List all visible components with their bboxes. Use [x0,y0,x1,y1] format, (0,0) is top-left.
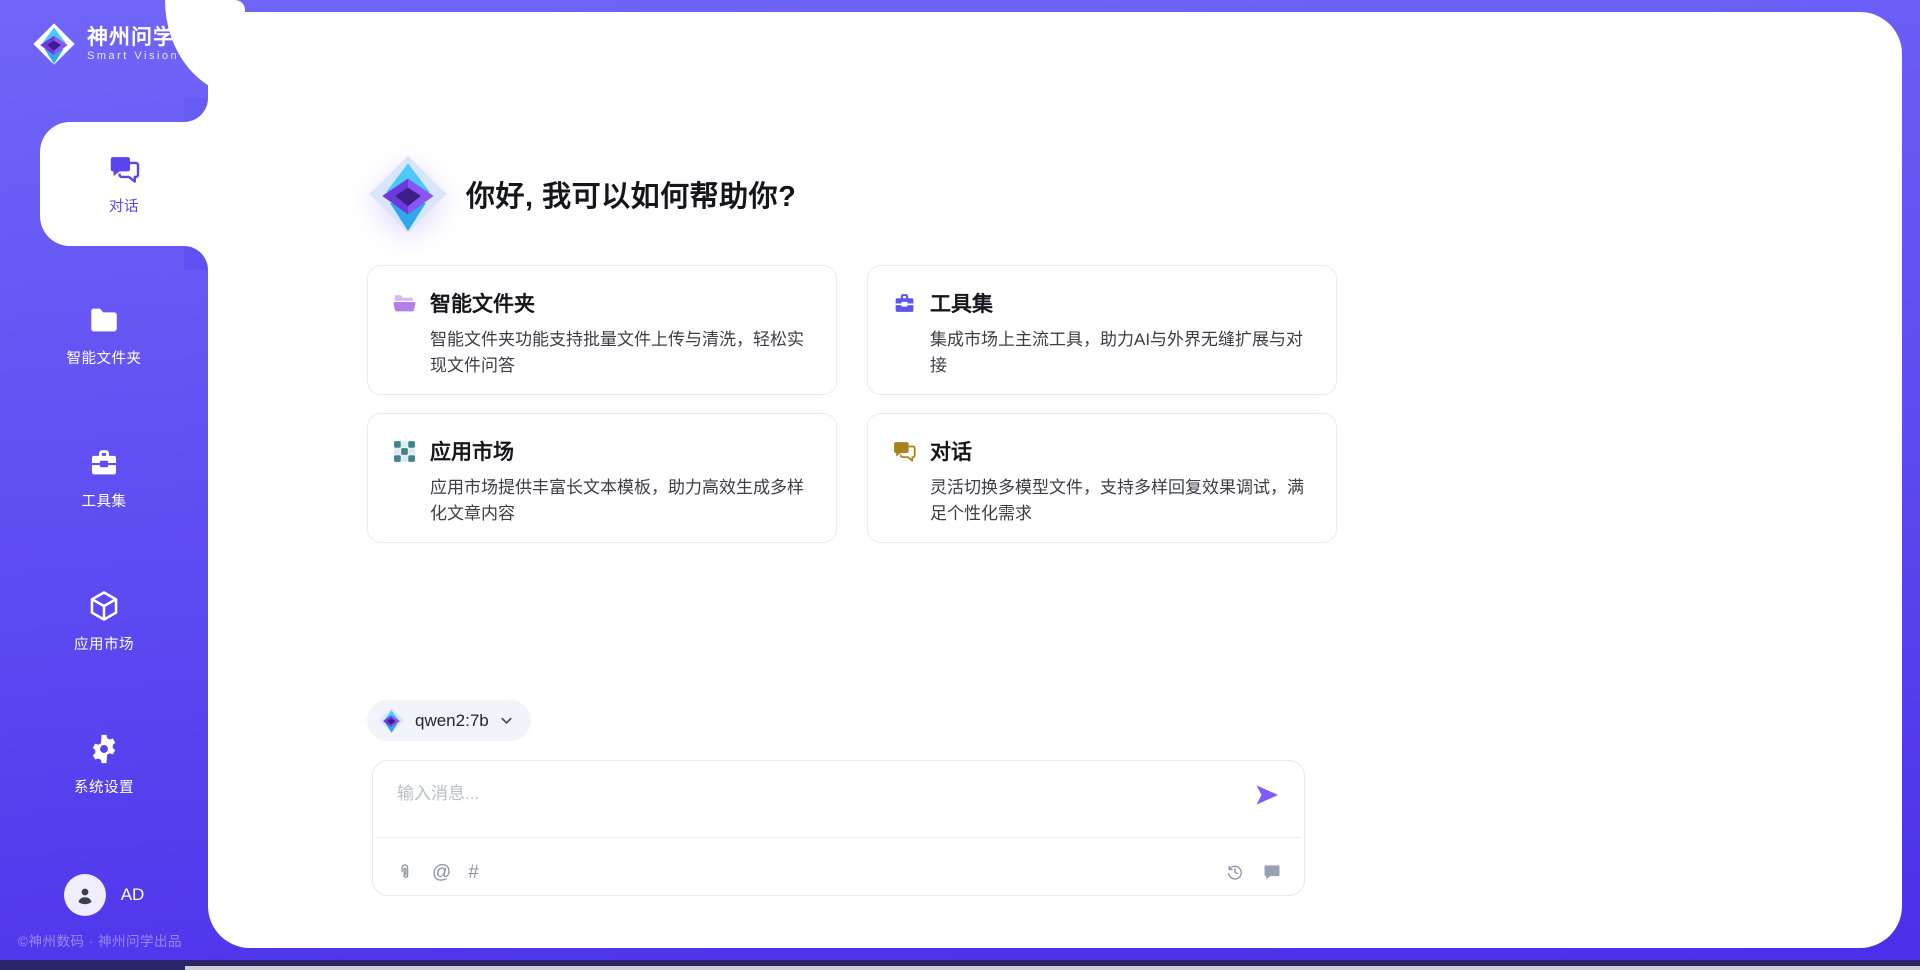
toolbox-icon [892,291,917,316]
user-profile[interactable]: AD [0,874,208,916]
greeting-title: 你好, 我可以如何帮助你? [466,173,796,215]
brand-logo: 神州问学 Smart Vision [0,0,208,66]
card-title: 对话 [930,436,972,466]
new-chat-button[interactable] [1262,862,1282,882]
history-icon [1225,862,1245,882]
card-description: 灵活切换多模型文件，支持多样回复效果调试，满足个性化需求 [930,475,1312,528]
chat-square-icon [1262,862,1282,882]
attach-file-button[interactable] [395,862,415,882]
history-button[interactable] [1225,862,1245,882]
tab-fillet-top [184,98,208,122]
mention-button[interactable]: @ [432,863,451,882]
assistant-gem-icon [367,153,449,235]
sidebar-item-label: 应用市场 [74,633,134,654]
gem-icon [378,707,405,734]
card-title: 智能文件夹 [430,288,535,318]
composer-toolbar: @ # [395,862,1282,882]
grid-icon [392,439,417,464]
gear-icon [87,732,121,766]
send-button[interactable] [1252,781,1282,811]
feature-cards: 智能文件夹 智能文件夹功能支持批量文件上传与清洗，轻松实现文件问答 工具集 集成… [367,265,1307,543]
window-bottom-edge [0,966,1920,970]
card-chat[interactable]: 对话 灵活切换多模型文件，支持多样回复效果调试，满足个性化需求 [867,413,1337,543]
topic-button[interactable]: # [468,863,479,882]
greeting: 你好, 我可以如何帮助你? [367,153,796,235]
chat-icon [108,153,141,186]
card-title: 应用市场 [430,436,514,466]
model-name: qwen2:7b [415,711,489,731]
send-icon [1253,781,1281,809]
card-description: 应用市场提供丰富长文本模板，助力高效生成多样化文章内容 [430,475,812,528]
sidebar-item-settings[interactable]: 系统设置 [0,693,208,836]
sidebar: 神州问学 Smart Vision 对话 智能文件夹 工具集 应用市场 系统设置 [0,0,208,970]
message-composer: @ # [372,760,1305,896]
user-name: AD [121,885,145,905]
chat-icon [892,439,917,464]
chevron-down-icon [499,713,514,728]
card-smart-folder[interactable]: 智能文件夹 智能文件夹功能支持批量文件上传与清洗，轻松实现文件问答 [367,265,837,395]
main-content: 你好, 我可以如何帮助你? 智能文件夹 智能文件夹功能支持批量文件上传与清洗，轻… [367,0,1307,970]
sidebar-item-smart-folder[interactable]: 智能文件夹 [0,264,208,407]
avatar [64,874,106,916]
card-title: 工具集 [930,288,993,318]
cube-icon [87,589,121,623]
brand-gem-icon [32,22,76,66]
sidebar-item-toolset[interactable]: 工具集 [0,407,208,550]
sidebar-item-label: 工具集 [82,490,127,511]
sidebar-item-chat[interactable]: 对话 [40,122,208,246]
sidebar-item-app-market[interactable]: 应用市场 [0,550,208,693]
hash-icon: # [468,863,479,882]
folder-open-icon [392,291,417,316]
sidebar-item-label: 对话 [109,195,139,216]
at-icon: @ [432,863,451,882]
card-description: 集成市场上主流工具，助力AI与外界无缝扩展与对接 [930,327,1312,380]
person-icon [73,883,97,907]
sidebar-item-label: 系统设置 [74,776,134,797]
sidebar-nav: 智能文件夹 工具集 应用市场 系统设置 [0,264,208,836]
card-description: 智能文件夹功能支持批量文件上传与清洗，轻松实现文件问答 [430,327,812,380]
folder-icon [87,303,121,337]
sidebar-item-label: 智能文件夹 [67,347,142,368]
message-input[interactable] [397,779,1097,837]
card-toolset[interactable]: 工具集 集成市场上主流工具，助力AI与外界无缝扩展与对接 [867,265,1337,395]
card-app-market[interactable]: 应用市场 应用市场提供丰富长文本模板，助力高效生成多样化文章内容 [367,413,837,543]
brand-name: 神州问学 [87,26,179,49]
paperclip-icon [395,862,415,882]
toolbox-icon [87,446,121,480]
composer-divider [375,837,1302,838]
model-selector[interactable]: qwen2:7b [367,700,531,741]
brand-subtitle: Smart Vision [87,50,179,62]
copyright-note: ©神州数码 · 神州问学出品 [18,930,182,950]
